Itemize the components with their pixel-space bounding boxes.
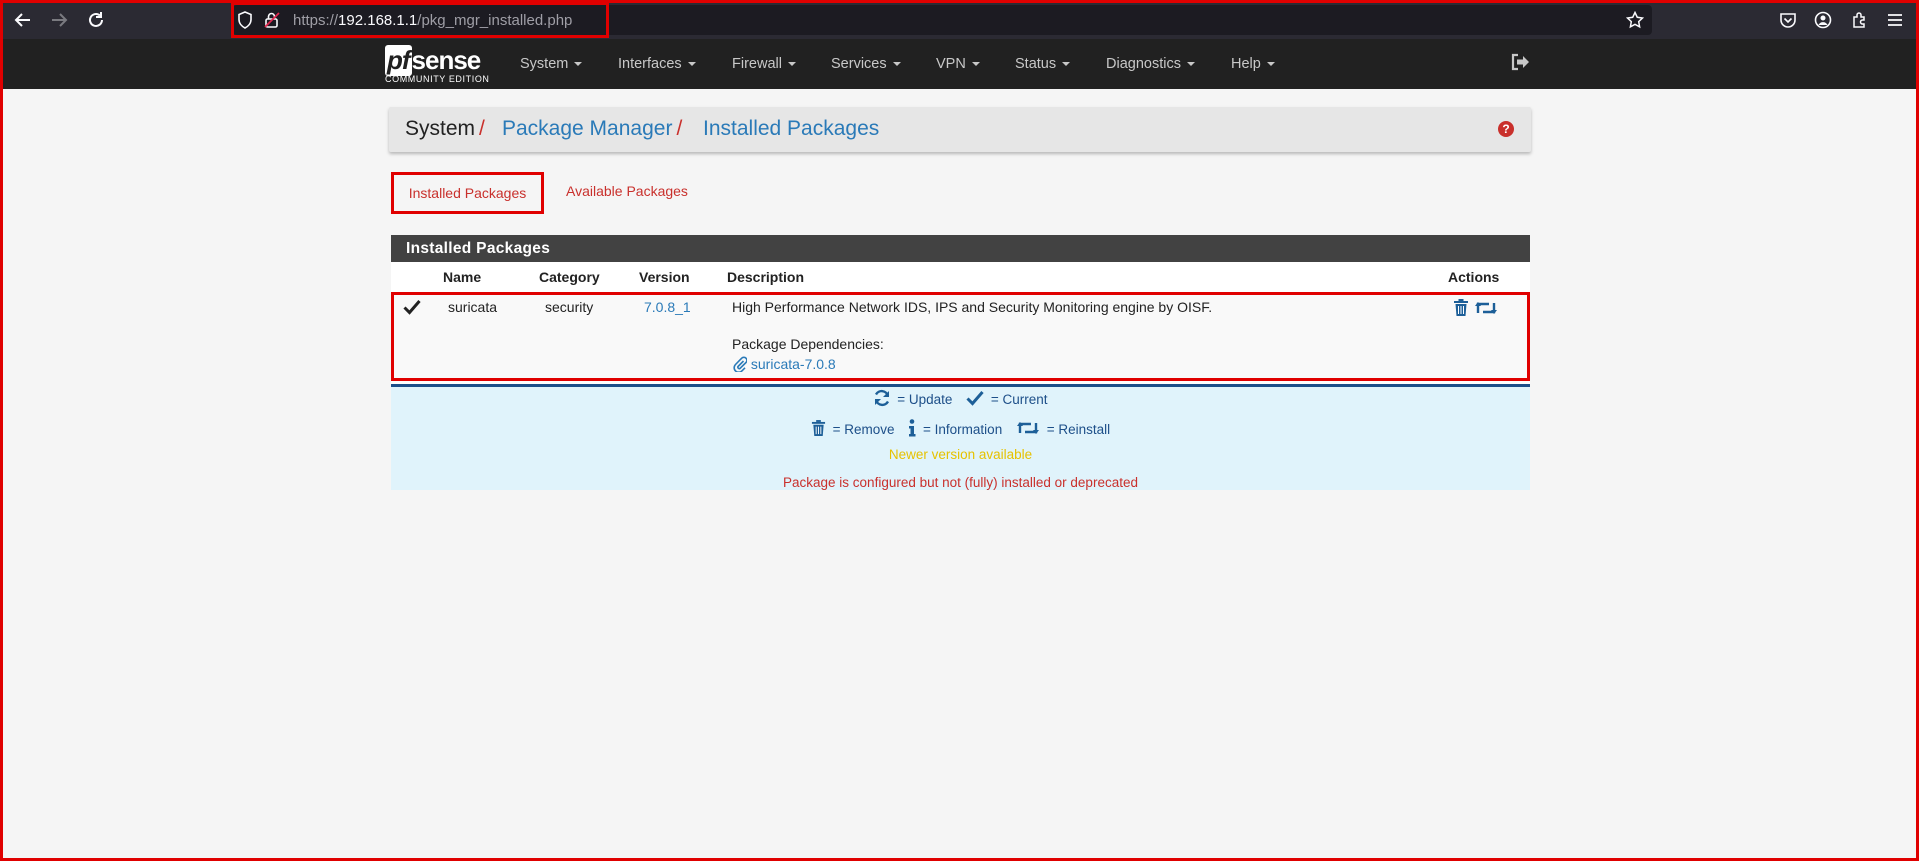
breadcrumb-package-manager-label: Package Manager xyxy=(502,117,673,140)
package-name: suricata xyxy=(448,299,498,315)
package-category: security xyxy=(545,299,594,315)
column-header-name: Name xyxy=(443,269,482,285)
menu-services-label: Services xyxy=(831,56,887,72)
pocket-icon[interactable] xyxy=(1776,8,1800,32)
update-refresh-icon xyxy=(873,389,891,410)
dependency-link[interactable]: suricata-7.0.8 xyxy=(733,356,836,375)
back-icon[interactable] xyxy=(11,8,35,32)
caret-down-icon xyxy=(574,62,583,66)
breadcrumb-separator: / xyxy=(676,117,683,140)
column-header-version: Version xyxy=(639,269,690,285)
installed-packages-panel: Installed Packages Name Category Version… xyxy=(391,235,1530,490)
menu-diagnostics-label: Diagnostics xyxy=(1106,56,1181,72)
caret-down-icon xyxy=(1186,62,1195,66)
menu-interfaces[interactable]: Interfaces xyxy=(618,39,696,89)
legend-current-label: = Current xyxy=(990,392,1048,407)
legend-information-label: = Information xyxy=(923,422,1003,437)
current-check-icon xyxy=(966,390,984,409)
reload-icon[interactable] xyxy=(84,8,108,32)
breadcrumb-system-label: System xyxy=(405,117,476,140)
legend-line-2: = Remove = Information = Reinstall xyxy=(391,419,1530,440)
menu-diagnostics[interactable]: Diagnostics xyxy=(1106,39,1195,89)
legend-line-1: = Update = Current xyxy=(391,389,1530,410)
caret-down-icon xyxy=(787,62,796,66)
logo-pf: pf xyxy=(385,45,412,76)
caret-down-icon xyxy=(687,62,696,66)
url-text: https://192.168.1.1/pkg_mgr_installed.ph… xyxy=(293,12,572,29)
browser-toolbar: https://192.168.1.1/pkg_mgr_installed.ph… xyxy=(0,0,1919,39)
package-version-link[interactable]: 7.0.8_1 xyxy=(644,299,691,315)
remove-trash-icon[interactable] xyxy=(1453,299,1469,320)
url-host: 192.168.1.1 xyxy=(338,12,418,29)
logo-wordmark: pfsense xyxy=(385,45,482,76)
legend-remove-label: = Remove xyxy=(832,422,895,437)
breadcrumb-system: System / xyxy=(405,117,485,141)
panel-title: Installed Packages xyxy=(391,235,1530,262)
extensions-icon[interactable] xyxy=(1848,8,1872,32)
help-icon[interactable]: ? xyxy=(1498,121,1514,137)
table-row: suricata security 7.0.8_1 High Performan… xyxy=(391,292,1530,381)
menu-help-label: Help xyxy=(1231,56,1261,72)
bookmark-star-icon[interactable] xyxy=(1625,10,1645,34)
logo-subtitle: COMMUNITY EDITION xyxy=(385,74,490,84)
forward-icon[interactable] xyxy=(47,8,71,32)
shield-icon[interactable] xyxy=(237,11,253,34)
caret-down-icon xyxy=(892,62,901,66)
column-header-category: Category xyxy=(539,269,600,285)
insecure-lock-icon[interactable] xyxy=(263,11,281,34)
logout-icon[interactable] xyxy=(1510,53,1530,76)
tab-installed-packages[interactable]: Installed Packages xyxy=(391,172,544,214)
information-icon xyxy=(908,419,916,440)
dependency-link-label: suricata-7.0.8 xyxy=(750,356,836,373)
menu-vpn-label: VPN xyxy=(936,56,966,72)
pfsense-navbar: pfsense COMMUNITY EDITION System Interfa… xyxy=(0,39,1919,89)
menu-hamburger-icon[interactable] xyxy=(1883,8,1907,32)
menu-firewall-label: Firewall xyxy=(732,56,782,72)
url-bar[interactable]: https://192.168.1.1/pkg_mgr_installed.ph… xyxy=(233,5,1652,35)
reinstall-retweet-icon[interactable] xyxy=(1474,300,1498,319)
remove-trash-icon xyxy=(811,419,826,440)
check-icon xyxy=(403,299,421,318)
icon-legend: = Update = Current = Remove = Informatio… xyxy=(391,384,1530,490)
paperclip-icon xyxy=(733,356,748,375)
menu-status-label: Status xyxy=(1015,56,1057,72)
menu-vpn[interactable]: VPN xyxy=(936,39,980,89)
caret-down-icon xyxy=(1266,62,1275,66)
menu-services[interactable]: Services xyxy=(831,39,901,89)
legend-reinstall-label: = Reinstall xyxy=(1046,422,1111,437)
legend-newer-version: Newer version available xyxy=(888,447,1033,462)
package-description: High Performance Network IDS, IPS and Se… xyxy=(732,299,1213,315)
caret-down-icon xyxy=(971,62,980,66)
breadcrumb-separator: / xyxy=(479,117,485,140)
url-path: /pkg_mgr_installed.php xyxy=(417,12,573,29)
pfsense-logo[interactable]: pfsense COMMUNITY EDITION xyxy=(385,45,493,85)
legend-update-label: = Update xyxy=(897,392,953,407)
column-header-actions: Actions xyxy=(1448,269,1500,285)
menu-help[interactable]: Help xyxy=(1231,39,1275,89)
menu-firewall[interactable]: Firewall xyxy=(732,39,796,89)
caret-down-icon xyxy=(1062,62,1071,66)
menu-interfaces-label: Interfaces xyxy=(618,56,682,72)
tab-available-packages[interactable]: Available Packages xyxy=(566,183,688,199)
legend-deprecated: Package is configured but not (fully) in… xyxy=(783,475,1138,490)
package-dependencies-label: Package Dependencies: xyxy=(732,336,884,352)
logo-sense: sense xyxy=(411,45,482,75)
reinstall-retweet-icon xyxy=(1016,420,1040,439)
column-header-description: Description xyxy=(727,269,805,285)
menu-system[interactable]: System xyxy=(520,39,583,89)
menu-system-label: System xyxy=(520,56,569,72)
url-scheme: https:// xyxy=(293,12,339,29)
breadcrumb-package-manager[interactable]: Package Manager / xyxy=(502,117,682,141)
account-icon[interactable] xyxy=(1811,8,1835,32)
breadcrumb-installed-packages[interactable]: Installed Packages xyxy=(703,117,879,141)
menu-status[interactable]: Status xyxy=(1015,39,1071,89)
